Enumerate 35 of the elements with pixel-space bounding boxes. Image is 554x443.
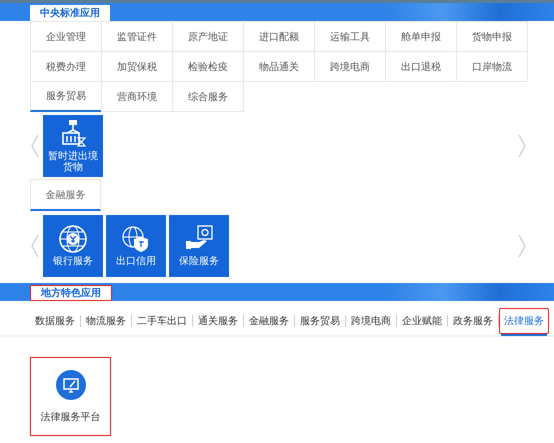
nav-tab[interactable]: 二手车出口 xyxy=(132,308,192,334)
category-tab[interactable]: 企业管理 xyxy=(30,21,102,52)
globe-shield-icon xyxy=(121,224,151,254)
nav-tab[interactable]: 数据服务 xyxy=(30,308,80,334)
app-tile[interactable]: 暂时进出境货物 xyxy=(43,115,103,177)
tile-label: 保险服务 xyxy=(179,257,219,268)
card-label: 法律服务平台 xyxy=(40,410,100,424)
nav-tab[interactable]: 通关服务 xyxy=(193,308,243,334)
nav-tab[interactable]: 法律服务 xyxy=(499,308,549,334)
nav-tab[interactable]: 企业赋能 xyxy=(397,308,447,334)
app-tile[interactable]: 保险服务 xyxy=(169,215,229,277)
nav-tab[interactable]: 政务服务 xyxy=(448,308,498,334)
tile-label: 出口信用 xyxy=(116,257,156,268)
category-tab[interactable]: 服务贸易 xyxy=(30,81,102,112)
service-card[interactable]: 法律服务平台 xyxy=(30,357,111,436)
nav-tab[interactable]: 金融服务 xyxy=(244,308,294,334)
chevron-icon[interactable] xyxy=(517,134,527,158)
chevron-icon[interactable] xyxy=(517,234,527,258)
category-tab[interactable]: 综合服务 xyxy=(172,81,244,112)
chevron-icon[interactable] xyxy=(30,234,40,258)
category-tab[interactable]: 口岸物流 xyxy=(456,51,528,82)
app-tile[interactable]: 出口信用 xyxy=(106,215,166,277)
monitor-pen-icon xyxy=(56,370,86,400)
globe-coin-icon xyxy=(58,224,88,254)
nav-tab[interactable]: 服务贸易 xyxy=(295,308,345,334)
app-tile[interactable]: 银行服务 xyxy=(43,215,103,277)
category-tab[interactable]: 货物申报 xyxy=(456,21,528,52)
section-tab[interactable]: 中央标准应用 xyxy=(30,5,110,21)
chevron-icon[interactable] xyxy=(30,134,40,158)
tile-label: 银行服务 xyxy=(53,257,93,268)
nav-tab[interactable]: 物流服务 xyxy=(81,308,131,334)
sub-tab[interactable]: 金融服务 xyxy=(30,179,101,211)
tile-label: 暂时进出境货物 xyxy=(47,152,99,173)
nav-tab[interactable]: 跨境电商 xyxy=(346,308,396,334)
section-tab[interactable]: 地方特色应用 xyxy=(30,285,112,301)
